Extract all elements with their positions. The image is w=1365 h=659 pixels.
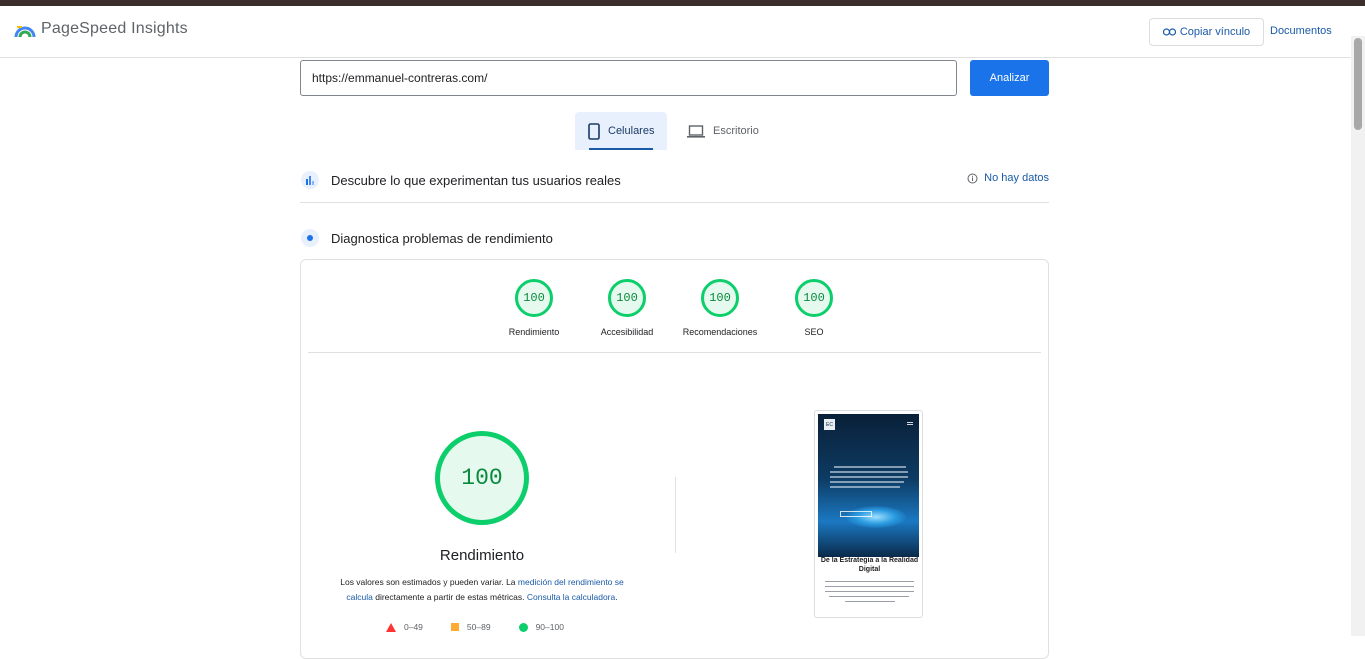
note-text: . bbox=[615, 592, 618, 602]
gauge-accessibility[interactable]: 100 Accesibilidad bbox=[577, 279, 677, 337]
lab-data-title: Diagnostica problemas de rendimiento bbox=[331, 230, 553, 246]
smartphone-icon bbox=[588, 122, 600, 140]
users-chart-icon bbox=[301, 171, 319, 189]
tab-mobile[interactable]: Celulares bbox=[575, 112, 668, 150]
no-data-status[interactable]: No hay datos bbox=[967, 172, 1049, 184]
gauge-label: SEO bbox=[804, 327, 824, 337]
legend-range: 0–49 bbox=[404, 622, 423, 632]
performance-score-gauge: 100 bbox=[435, 431, 529, 525]
body-text-line bbox=[825, 586, 914, 587]
analyze-button[interactable]: Analizar bbox=[970, 60, 1049, 96]
card-divider bbox=[308, 352, 1041, 353]
gauge-score: 100 bbox=[608, 279, 646, 317]
field-data-title: Descubre lo que experimentan tus usuario… bbox=[331, 172, 621, 188]
tab-mobile-label: Celulares bbox=[608, 125, 655, 137]
gauge-best-practices[interactable]: 100 Recomendaciones bbox=[670, 279, 770, 337]
tab-desktop[interactable]: Escritorio bbox=[674, 112, 772, 150]
tab-selected-indicator bbox=[589, 148, 654, 150]
link-icon bbox=[1162, 28, 1176, 36]
body-text-line bbox=[829, 596, 909, 597]
legend-range: 50–89 bbox=[466, 622, 491, 632]
laptop-icon bbox=[687, 124, 705, 138]
site-logo: EC bbox=[824, 419, 835, 430]
scrollbar-thumb[interactable] bbox=[1354, 38, 1362, 130]
square-icon bbox=[450, 623, 459, 631]
legend-range: 90–100 bbox=[535, 622, 564, 632]
gauge-label: Rendimiento bbox=[508, 327, 560, 337]
app-header: PageSpeed Insights Copiar vínculo Docume… bbox=[0, 6, 1365, 58]
hero-text-line bbox=[830, 471, 908, 473]
circle-icon bbox=[518, 622, 528, 632]
gauge-score: 100 bbox=[795, 279, 833, 317]
gauge-label: Recomendaciones bbox=[682, 327, 758, 337]
gauge-score: 100 bbox=[701, 279, 739, 317]
no-data-label: No hay datos bbox=[984, 172, 1049, 184]
copy-link-label: Copiar vínculo bbox=[1179, 26, 1251, 38]
body-text-line bbox=[845, 601, 895, 602]
hero-button bbox=[840, 511, 872, 517]
menu-icon bbox=[907, 422, 913, 423]
section-divider bbox=[300, 202, 1049, 203]
app-title: PageSpeed Insights bbox=[41, 20, 188, 37]
docs-link[interactable]: Documentos bbox=[1270, 25, 1332, 37]
hero-text-line bbox=[830, 476, 908, 478]
hero-text-line bbox=[830, 481, 904, 483]
screenshot-hero: EC bbox=[818, 414, 919, 557]
note-text: Los valores son estimados y pueden varia… bbox=[340, 577, 518, 587]
copy-link-button[interactable]: Copiar vínculo bbox=[1149, 18, 1264, 46]
gauge-score: 100 bbox=[515, 279, 553, 317]
score-legend: 0–49 50–89 90–100 bbox=[386, 622, 564, 632]
gauge-performance[interactable]: 100 Rendimiento bbox=[484, 279, 584, 337]
scrollbar[interactable] bbox=[1351, 36, 1365, 636]
legend-average: 50–89 bbox=[450, 622, 491, 632]
url-input[interactable] bbox=[300, 60, 957, 96]
hero-text-line bbox=[830, 486, 900, 488]
pagespeed-logo-icon bbox=[14, 26, 36, 38]
performance-label: Rendimiento bbox=[439, 547, 525, 564]
hero-text-line bbox=[834, 466, 906, 468]
gauge-label: Accesibilidad bbox=[600, 327, 654, 337]
calculator-link[interactable]: Consulta la calculadora bbox=[527, 592, 615, 602]
page-screenshot-thumbnail: EC De la Estrategia a la Realidad Digita… bbox=[814, 410, 923, 618]
diagnostics-icon bbox=[301, 229, 319, 247]
hero-image bbox=[846, 506, 906, 528]
info-icon bbox=[967, 173, 978, 183]
field-data-section: Descubre lo que experimentan tus usuario… bbox=[300, 166, 1049, 194]
body-text-line bbox=[825, 581, 914, 582]
gauge-seo[interactable]: 100 SEO bbox=[764, 279, 864, 337]
lab-data-section: Diagnostica problemas de rendimiento bbox=[300, 224, 1049, 252]
report-card: 100 Rendimiento 100 Accesibilidad 100 Re… bbox=[300, 259, 1049, 659]
triangle-icon bbox=[386, 622, 396, 632]
tab-desktop-label: Escritorio bbox=[713, 125, 759, 137]
legend-fail: 0–49 bbox=[386, 622, 423, 632]
note-text: directamente a partir de estas métricas. bbox=[372, 592, 527, 602]
legend-pass: 90–100 bbox=[518, 622, 564, 632]
performance-note: Los valores son estimados y pueden varia… bbox=[329, 575, 635, 605]
body-text-line bbox=[825, 591, 914, 592]
screenshot-heading: De la Estrategia a la Realidad Digital bbox=[820, 557, 919, 573]
vertical-separator bbox=[675, 477, 676, 553]
